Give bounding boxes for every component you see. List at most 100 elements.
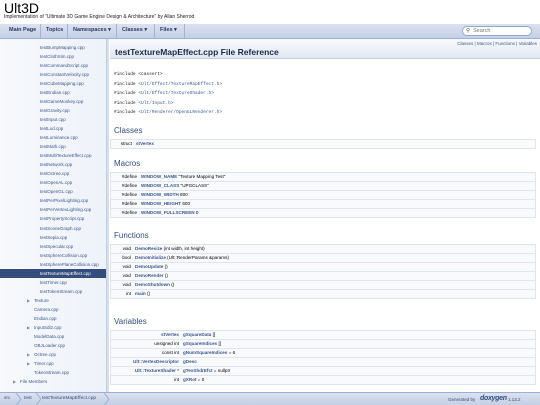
doxygen-logo[interactable]: doxygen (480, 395, 507, 402)
sidenav-item-label: testSphereCollision.cpp (40, 252, 88, 258)
sidenav-item[interactable]: testGravity.cpp (0, 106, 106, 115)
sidenav-resize-handle[interactable] (106, 39, 109, 392)
tab-main-page[interactable]: Main Page (9, 27, 36, 33)
member-name-link[interactable]: WINDOW_FULLSCREEN (141, 210, 195, 215)
include-path[interactable]: <Ult/Effect/TextureMapEffect.h> (138, 82, 222, 87)
sidenav-item[interactable]: TokenStream.cpp (0, 369, 106, 378)
sidenav-item[interactable]: testOpenAL.cpp (0, 179, 106, 188)
member-name-link[interactable]: gDesc (183, 359, 197, 364)
tab-topics[interactable]: Topics (46, 27, 63, 33)
sidenav-item[interactable]: testNetwork.cpp (0, 161, 106, 170)
member-type-cell: void (111, 272, 131, 281)
sidenav-item[interactable]: testMath.cpp (0, 143, 106, 152)
member-name-link[interactable]: stVertex (136, 141, 154, 146)
member-name-link[interactable]: gNumSquareIndices (183, 350, 227, 355)
sidenav-item[interactable]: ▶ File Members (0, 378, 106, 387)
expand-arrow-icon[interactable]: ▶ (27, 352, 30, 357)
member-type[interactable]: Ult::TextureShader * (135, 368, 179, 373)
sidenav-item-label: Endian.cpp (34, 316, 57, 321)
sidenav-item[interactable]: testSpecular.cpp (0, 242, 106, 251)
member-name-link[interactable]: gSquareData (183, 332, 211, 337)
sidenav-item[interactable]: ▶ Timer.cpp (0, 360, 106, 369)
sidenav-item[interactable]: ▶ Texture (0, 296, 106, 305)
member-type[interactable]: stVertex (161, 332, 179, 337)
member-row: unsigned int gSquareIndices [] (111, 340, 535, 349)
tab-files[interactable]: Files ▾ (160, 27, 177, 33)
tab-namespaces[interactable]: Namespaces ▾ (73, 27, 111, 33)
sidenav-item[interactable]: testCommandScript.cpp (0, 61, 106, 70)
sidenav-item-selected[interactable]: testTextureMapEffect.cpp (0, 269, 106, 279)
member-signature: WINDOW_HEIGHT 600 (141, 201, 190, 206)
member-row: void DemoResize (int width, int height) (111, 245, 535, 254)
member-name-link[interactable]: WINDOW_HEIGHT (141, 201, 181, 206)
sidenav-item[interactable]: testOctree.cpp (0, 170, 106, 179)
sidenav-item[interactable]: testSpherePlaneCollision.cpp (0, 260, 106, 269)
sidenav-item[interactable]: testTimer.cpp (0, 278, 106, 287)
breadcrumb-src[interactable]: src (4, 396, 10, 401)
sidenav-item[interactable]: Camera.cpp (0, 305, 106, 314)
member-name-link[interactable]: DemoResize (135, 246, 162, 251)
sidenav-item[interactable]: testClothSim.cpp (0, 52, 106, 61)
sidenav-item[interactable]: testTokenStream.cpp (0, 287, 106, 296)
sidenav-item[interactable]: testSceneGraph.cpp (0, 224, 106, 233)
sidenav-item[interactable]: testSphereCollision.cpp (0, 251, 106, 260)
sidenav-item[interactable]: testEndian.cpp (0, 88, 106, 97)
member-name-link[interactable]: gSquareIndices (183, 341, 217, 346)
member-name-cell: stVertex (136, 140, 535, 149)
sidenav-item[interactable]: ▶ Octree.cpp (0, 351, 106, 360)
member-name-link[interactable]: gXRot (183, 377, 197, 382)
summary-links[interactable]: Classes | Macros | Functions | Variables (457, 41, 537, 46)
breadcrumb-current-file[interactable]: testTextureMapEffect.cpp (42, 396, 96, 401)
sidenav-item[interactable]: testSepia.cpp (0, 233, 106, 242)
expand-arrow-icon[interactable]: ▶ (27, 298, 30, 303)
member-type: struct (120, 141, 132, 147)
member-detail: [] (211, 332, 216, 338)
breadcrumb-test[interactable]: test (24, 396, 32, 401)
member-signature: main () (135, 291, 150, 296)
include-path[interactable]: <Ult/Renderer/OpenGLRenderer.h> (138, 110, 222, 115)
sidenav-item[interactable]: testMultiTextureEffect.cpp (0, 152, 106, 161)
member-name-link[interactable]: main (135, 291, 146, 296)
sidenav-item[interactable]: testCubeMapping.cpp (0, 79, 106, 88)
member-name-link[interactable]: DemoRender (135, 273, 164, 278)
expand-arrow-icon[interactable]: ▶ (27, 361, 30, 366)
member-name-link[interactable]: WINDOW_WIDTH (141, 192, 179, 197)
include-path[interactable]: <Ult/Input.h> (138, 101, 173, 106)
member-name-link[interactable]: DemoInitialize (135, 255, 166, 260)
member-type-cell: int (111, 290, 131, 299)
sidenav-item[interactable]: testPerVertexLighting.cpp (0, 206, 106, 215)
include-line: #include <Ult/Input.h> (114, 101, 173, 106)
member-name-link[interactable]: gTexShdrEfct (183, 368, 213, 373)
member-signature: gDesc (183, 359, 197, 364)
sidenav-item[interactable]: testPropertyScript.cpp (0, 215, 106, 224)
sidenav-item[interactable]: testInput.cpp (0, 115, 106, 124)
sidenav-item[interactable]: Endian.cpp (0, 315, 106, 324)
sidenav-item[interactable]: testLod.cpp (0, 124, 106, 133)
sidenav-item[interactable]: testPerPixelLighting.cpp (0, 197, 106, 206)
tab-classes[interactable]: Classes ▾ (122, 27, 147, 33)
sidenav-item[interactable]: ModelData.cpp (0, 333, 106, 342)
member-table-macros: #define WINDOW_NAME "Texture Mapping Test… (110, 172, 536, 218)
member-name-link[interactable]: DemoUpdate (135, 264, 163, 269)
sidenav-item[interactable]: testLuminance.cpp (0, 134, 106, 143)
member-type-cell: unsigned int (111, 340, 179, 349)
sidenav-item[interactable]: ▶ InputSdl2.cpp (0, 324, 106, 333)
member-name-link[interactable]: WINDOW_NAME (141, 174, 177, 179)
search-input[interactable] (473, 27, 529, 35)
sidenav-item[interactable]: testOpenGL.cpp (0, 188, 106, 197)
include-path[interactable]: <Ult/Effect/TextureShader.h> (138, 91, 214, 96)
member-type: void (122, 273, 131, 279)
sidenav-item[interactable]: testGameMonkey.cpp (0, 97, 106, 106)
member-type[interactable]: Ult::VertexDescriptor (133, 359, 179, 364)
expand-arrow-icon[interactable]: ▶ (13, 379, 16, 384)
sidenav-item[interactable]: testConstantVelocity.cpp (0, 70, 106, 79)
member-name-link[interactable]: DemoShutdown (135, 282, 170, 287)
search-icon[interactable]: ⚲ (466, 28, 470, 34)
search-box[interactable]: ⚲ (462, 26, 532, 36)
member-name-link[interactable]: WINDOW_CLASS (141, 183, 179, 188)
expand-arrow-icon[interactable]: ▶ (27, 325, 30, 330)
sidenav-item-label: testTokenStream.cpp (40, 288, 83, 294)
breadcrumb-separator-icon (36, 393, 41, 405)
sidenav-item[interactable]: testBumpMapping.cpp (0, 43, 106, 52)
sidenav-item[interactable]: OBJLoader.cpp (0, 342, 106, 351)
